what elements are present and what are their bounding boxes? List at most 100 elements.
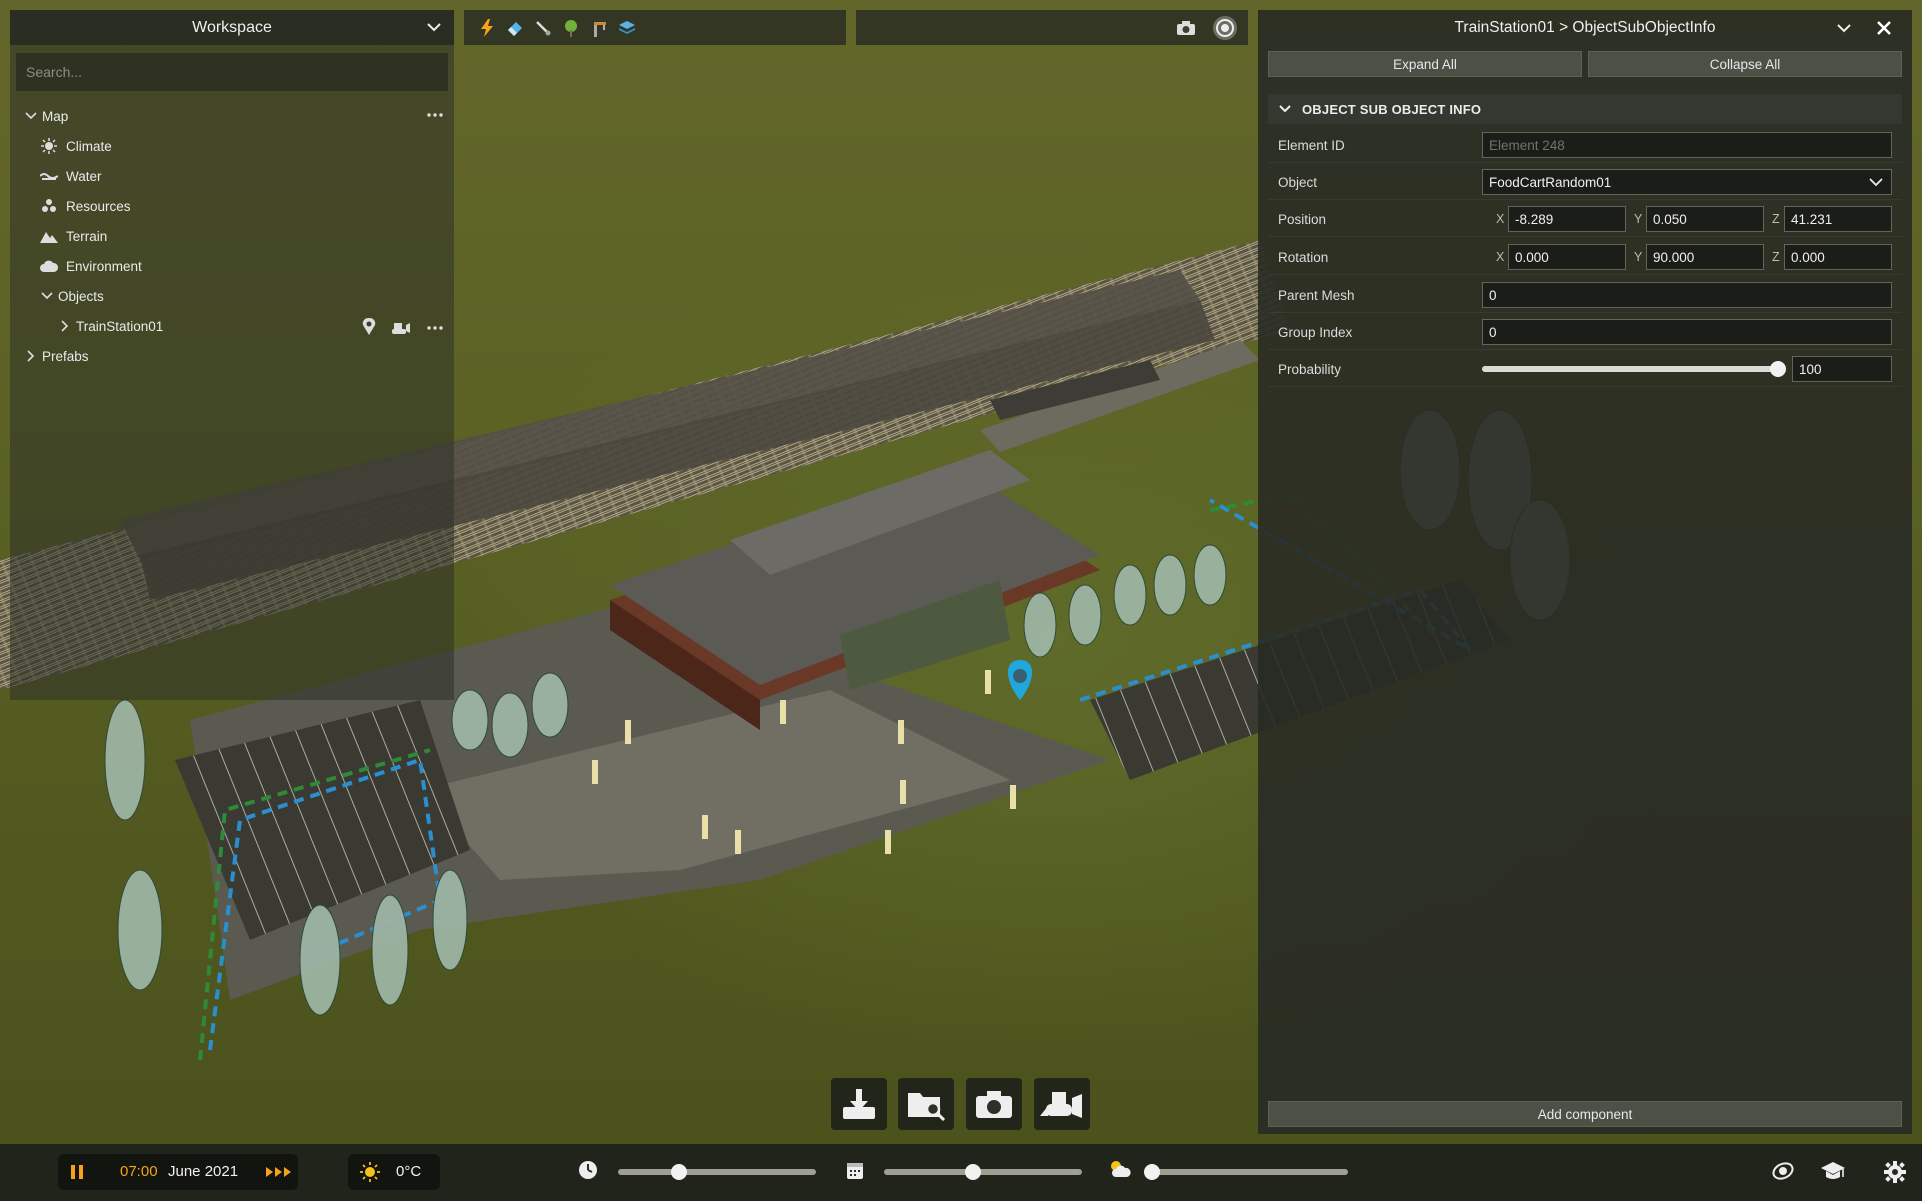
pause-icon[interactable] xyxy=(70,1164,84,1180)
chevron-down-icon[interactable] xyxy=(1278,103,1292,115)
close-icon[interactable] xyxy=(1876,20,1892,36)
tree-item-terrain[interactable]: Terrain xyxy=(40,222,107,250)
bulldozer-icon[interactable] xyxy=(390,319,410,335)
tree-item-label: Objects xyxy=(58,288,104,304)
tree-item-label: Water xyxy=(66,168,102,184)
parent-mesh-input[interactable]: 0 xyxy=(1482,282,1892,308)
axis-x-label: X xyxy=(1496,212,1505,226)
group-index-input[interactable]: 0 xyxy=(1482,319,1892,345)
load-button[interactable] xyxy=(898,1078,954,1130)
element-id-row: Element ID Element 248 xyxy=(1268,127,1902,163)
tree-item-label: Climate xyxy=(66,138,112,154)
position-y-input[interactable]: 0.050 xyxy=(1646,206,1764,232)
section-header[interactable]: OBJECT SUB OBJECT INFO xyxy=(1268,94,1902,124)
tree-item-climate[interactable]: Climate xyxy=(40,132,112,160)
folder-search-icon xyxy=(908,1093,946,1121)
bottom-bar: 07:00 June 2021 0°C xyxy=(0,1144,1922,1201)
weather-slider-track[interactable] xyxy=(1152,1169,1348,1175)
rotation-label: Rotation xyxy=(1278,250,1329,265)
expand-all-button[interactable]: Expand All xyxy=(1268,51,1582,77)
object-label: Object xyxy=(1278,175,1318,190)
tools-toolbar xyxy=(464,10,846,45)
rotation-row: Rotation X 0.000 Y 90.000 Z 0.000 xyxy=(1268,239,1902,275)
fast-forward-icon[interactable] xyxy=(266,1165,292,1179)
tree-item-environment[interactable]: Environment xyxy=(40,252,142,280)
time-slider-track[interactable] xyxy=(618,1169,816,1175)
layers-icon[interactable] xyxy=(618,19,636,37)
bulldoze-button[interactable] xyxy=(1034,1078,1090,1130)
tree-item-prefabs[interactable]: Prefabs xyxy=(24,342,89,370)
tree-item-label: Map xyxy=(42,108,69,124)
search-input[interactable] xyxy=(16,53,448,91)
chevron-down-icon[interactable] xyxy=(426,19,442,35)
position-x-input[interactable]: -8.289 xyxy=(1508,206,1626,232)
tree-item-label: Terrain xyxy=(66,228,108,244)
group-index-label: Group Index xyxy=(1278,325,1353,340)
time-slider-knob[interactable] xyxy=(671,1164,688,1180)
collapse-all-button[interactable]: Collapse All xyxy=(1588,51,1902,77)
tree-item-label: Environment xyxy=(66,258,142,274)
map-pin-icon[interactable] xyxy=(362,318,376,336)
clock-time: 07:00 xyxy=(120,1163,158,1180)
probability-input[interactable]: 100 xyxy=(1792,356,1892,382)
rotation-x-input[interactable]: 0.000 xyxy=(1508,244,1626,270)
brush-icon[interactable] xyxy=(534,19,552,37)
save-button[interactable] xyxy=(831,1078,887,1130)
temperature-pill: 0°C xyxy=(348,1154,440,1190)
object-select[interactable]: FoodCartRandom01 xyxy=(1482,169,1892,195)
position-z-input[interactable]: 41.231 xyxy=(1784,206,1892,232)
settings-gear-icon[interactable] xyxy=(1884,1161,1906,1183)
tree-item-water[interactable]: Water xyxy=(40,162,102,190)
caret-right-icon[interactable] xyxy=(24,349,38,363)
lightning-icon[interactable] xyxy=(478,18,496,37)
download-icon xyxy=(843,1089,875,1119)
probability-slider-track[interactable] xyxy=(1482,366,1778,372)
more-options-icon[interactable] xyxy=(426,323,444,333)
cities-logo-icon[interactable] xyxy=(1772,1160,1794,1182)
screenshot-button[interactable] xyxy=(966,1078,1022,1130)
object-value: FoodCartRandom01 xyxy=(1489,174,1612,190)
eraser-icon[interactable] xyxy=(506,19,524,37)
inspector-header: TrainStation01 > ObjectSubObjectInfo xyxy=(1258,10,1912,45)
rotation-z-input[interactable]: 0.000 xyxy=(1784,244,1892,270)
tree-item-objects[interactable]: Objects xyxy=(40,282,104,310)
axis-z-label: Z xyxy=(1772,250,1780,264)
inspector-panel: TrainStation01 > ObjectSubObjectInfo Exp… xyxy=(1258,10,1912,1134)
tree-item-label: TrainStation01 xyxy=(76,318,164,334)
camera-icon[interactable] xyxy=(1176,20,1196,36)
clock-icon xyxy=(579,1161,597,1179)
crane-icon[interactable] xyxy=(590,19,608,37)
mountain-icon xyxy=(40,227,58,245)
bulldozer-icon xyxy=(1040,1092,1082,1118)
tree-item-train-station[interactable]: TrainStation01 xyxy=(58,312,444,340)
tree-item-label: Resources xyxy=(66,198,131,214)
tree-icon[interactable] xyxy=(562,19,580,37)
target-icon[interactable] xyxy=(1212,15,1238,41)
workspace-header[interactable]: Workspace xyxy=(10,10,454,45)
rotation-y-input[interactable]: 90.000 xyxy=(1646,244,1764,270)
chevron-down-icon[interactable] xyxy=(1869,177,1883,187)
axis-z-label: Z xyxy=(1772,212,1780,226)
element-id-label: Element ID xyxy=(1278,138,1345,153)
add-component-button[interactable]: Add component xyxy=(1268,1101,1902,1127)
more-options-icon[interactable] xyxy=(426,110,444,120)
graduation-cap-icon[interactable] xyxy=(1820,1160,1846,1182)
date-slider-knob[interactable] xyxy=(965,1164,982,1180)
chevron-down-icon[interactable] xyxy=(1836,21,1852,35)
element-id-field[interactable]: Element 248 xyxy=(1482,132,1892,158)
weather-slider-knob[interactable] xyxy=(1144,1164,1160,1180)
caret-right-icon[interactable] xyxy=(58,319,72,333)
caret-down-icon[interactable] xyxy=(40,289,54,303)
date-slider-track[interactable] xyxy=(884,1169,1082,1175)
tree-item-map[interactable]: Map xyxy=(24,102,68,130)
caret-down-icon[interactable] xyxy=(24,109,38,123)
cloud-icon xyxy=(40,257,58,275)
weather-icon xyxy=(1111,1161,1131,1177)
location-marker-icon xyxy=(1008,660,1032,700)
axis-x-label: X xyxy=(1496,250,1505,264)
camera-toolbar xyxy=(856,10,1248,45)
object-row: Object FoodCartRandom01 xyxy=(1268,164,1902,200)
tree-item-label: Prefabs xyxy=(42,348,89,364)
probability-slider-knob[interactable] xyxy=(1770,361,1786,377)
tree-item-resources[interactable]: Resources xyxy=(40,192,131,220)
